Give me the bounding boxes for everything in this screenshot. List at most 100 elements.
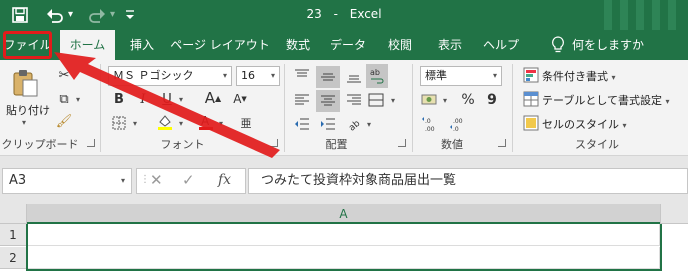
grow-font-label: A — [204, 89, 216, 107]
formula-input[interactable]: つみたて投資枠対象商品届出一覧 — [248, 168, 688, 194]
alignment-group-label: 配置 — [325, 138, 348, 151]
name-box-value: A3 — [9, 173, 27, 188]
fill-color-icon[interactable] — [155, 112, 175, 132]
number-format-value: 標準 — [425, 69, 447, 82]
title-decoration — [598, 0, 688, 30]
paste-icon[interactable] — [8, 68, 42, 98]
number-format-dropdown-icon[interactable]: ▾ — [493, 67, 497, 85]
decrease-decimal-icon[interactable]: .00.0 — [448, 114, 470, 134]
font-name-dropdown-icon[interactable]: ▾ — [223, 67, 227, 85]
font-group-label: フォント — [160, 138, 205, 151]
borders-dropdown-icon[interactable]: ▾ — [130, 114, 140, 132]
selected-range-outline — [26, 224, 662, 271]
shrink-font-button[interactable]: A ▼ — [230, 90, 250, 108]
align-left-icon[interactable] — [292, 90, 312, 110]
ribbon-tabs: ファイル ホーム 挿入 ページ レイアウト 数式 データ 校閲 表示 ヘルプ 何… — [0, 30, 688, 60]
orientation-icon[interactable]: ab — [344, 114, 364, 134]
enter-icon[interactable]: ✓ — [182, 168, 195, 194]
phonetic-icon[interactable]: 亜 — [236, 114, 256, 132]
row-header-1[interactable]: 1 — [0, 224, 27, 246]
italic-button[interactable]: I — [134, 90, 152, 108]
styles-group-label: スタイル — [575, 138, 619, 151]
alignment-launcher-icon[interactable] — [398, 139, 406, 147]
cut-icon[interactable]: ✂ — [55, 66, 73, 84]
tab-review[interactable]: 校閲 — [380, 30, 420, 60]
column-header-a[interactable]: A — [27, 204, 660, 224]
title-bar: ▾ ▾ 23 - Excel — [0, 0, 688, 30]
font-size-select[interactable]: 16 ▾ — [236, 66, 280, 86]
conditional-formatting-label: 条件付き書式 — [542, 70, 608, 83]
tab-formulas[interactable]: 数式 — [278, 30, 318, 60]
bold-button[interactable]: B — [110, 90, 128, 108]
fill-color-dropdown-icon[interactable]: ▾ — [176, 114, 186, 132]
tab-help[interactable]: ヘルプ — [476, 30, 526, 60]
font-name-value: ＭＳ Ｐゴシック — [113, 69, 194, 82]
cancel-icon[interactable]: ✕ — [150, 168, 163, 194]
format-as-table-button[interactable]: テーブルとして書式設定 ▾ — [542, 92, 670, 108]
tab-data[interactable]: データ — [326, 30, 370, 60]
paste-label[interactable]: 貼り付け — [6, 102, 50, 118]
number-launcher-icon[interactable] — [498, 139, 506, 147]
font-color-dropdown-icon[interactable]: ▾ — [216, 114, 226, 132]
font-size-dropdown-icon[interactable]: ▾ — [271, 67, 275, 85]
paste-dropdown-icon[interactable]: ▾ — [18, 117, 30, 127]
insert-function-icon[interactable]: fx — [218, 168, 231, 194]
orientation-dropdown-icon[interactable]: ▾ — [364, 114, 374, 134]
tab-insert[interactable]: 挿入 — [122, 30, 162, 60]
align-bottom-icon[interactable] — [344, 66, 364, 86]
align-top-icon[interactable] — [292, 66, 312, 86]
accounting-dropdown-icon[interactable]: ▾ — [440, 90, 450, 110]
merge-center-icon[interactable] — [366, 90, 386, 110]
comma-style-button[interactable]: 9 — [482, 90, 502, 110]
select-all-corner[interactable] — [0, 204, 27, 224]
accounting-format-icon[interactable] — [420, 90, 440, 110]
tab-view[interactable]: 表示 — [430, 30, 470, 60]
format-painter-icon[interactable]: 🖌 — [55, 112, 73, 130]
ribbon: 貼り付け ▾ ✂ ⧉ ▾ 🖌 クリップボード ＭＳ Ｐゴシック ▾ 16 ▾ B… — [0, 60, 688, 156]
svg-text:.00: .00 — [425, 126, 435, 132]
increase-indent-icon[interactable] — [318, 114, 338, 134]
name-box-dropdown-icon[interactable]: ▾ — [121, 169, 125, 193]
clipboard-group-label: クリップボード — [1, 138, 79, 151]
worksheet-grid: A 1 2 — [0, 204, 688, 271]
clipboard-launcher-icon[interactable] — [87, 139, 95, 147]
tab-home[interactable]: ホーム — [60, 30, 115, 60]
cell-styles-button[interactable]: セルのスタイル ▾ — [542, 116, 627, 132]
align-center-icon[interactable] — [316, 90, 340, 112]
underline-button[interactable]: U — [158, 90, 176, 108]
borders-icon[interactable] — [110, 114, 128, 132]
font-name-select[interactable]: ＭＳ Ｐゴシック ▾ — [108, 66, 232, 86]
increase-decimal-icon[interactable]: .0.00 — [420, 114, 442, 134]
app-name: Excel — [349, 7, 382, 21]
number-format-select[interactable]: 標準 ▾ — [420, 66, 502, 86]
cell-styles-label: セルのスタイル — [542, 118, 619, 131]
name-box[interactable]: A3 ▾ — [2, 168, 132, 194]
copy-icon[interactable]: ⧉ — [55, 90, 73, 108]
cell-styles-icon[interactable] — [522, 114, 540, 132]
svg-text:ab: ab — [370, 68, 380, 77]
lightbulb-icon — [548, 30, 568, 60]
tell-me-search[interactable]: 何をしますか — [572, 30, 662, 60]
align-right-icon[interactable] — [344, 90, 364, 110]
wrap-text-icon[interactable]: ab — [366, 64, 388, 88]
row-header-2[interactable]: 2 — [0, 247, 27, 269]
conditional-formatting-icon[interactable] — [522, 66, 540, 84]
grow-font-button[interactable]: A ▲ — [203, 88, 223, 108]
percent-button[interactable]: % — [458, 90, 478, 110]
svg-text:ab: ab — [347, 119, 362, 132]
font-launcher-icon[interactable] — [270, 139, 278, 147]
font-color-icon[interactable]: A — [196, 112, 216, 132]
decrease-indent-icon[interactable] — [292, 114, 312, 134]
align-middle-icon[interactable] — [316, 66, 340, 88]
column-header-next[interactable] — [660, 204, 688, 224]
window-title: 23 - Excel — [0, 7, 688, 21]
merge-dropdown-icon[interactable]: ▾ — [388, 90, 398, 110]
format-as-table-icon[interactable] — [522, 90, 540, 108]
tab-page-layout[interactable]: ページ レイアウト — [170, 30, 270, 60]
formula-bar-grip-icon: ⋮ — [140, 174, 150, 185]
conditional-formatting-dropdown-icon: ▾ — [611, 73, 616, 82]
copy-dropdown-icon[interactable]: ▾ — [73, 90, 83, 108]
underline-dropdown-icon[interactable]: ▾ — [176, 90, 186, 108]
file-tab-highlight — [3, 31, 52, 59]
conditional-formatting-button[interactable]: 条件付き書式 ▾ — [542, 68, 616, 84]
